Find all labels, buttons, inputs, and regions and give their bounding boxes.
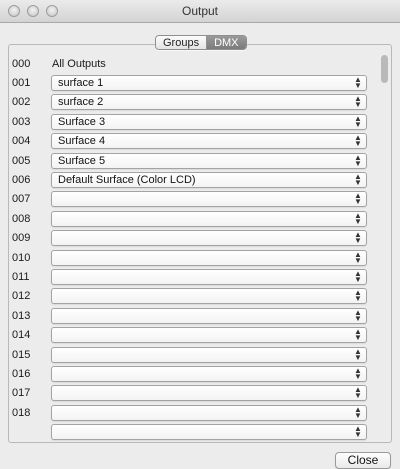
- output-row: 004 Surface 4 ▲ ▼: [9, 132, 377, 151]
- output-row: 005 Surface 5 ▲ ▼: [9, 152, 377, 171]
- output-row: 010 ▲ ▼: [9, 249, 377, 268]
- output-surface-select[interactable]: ▲ ▼: [51, 327, 367, 344]
- output-row: 017 ▲ ▼: [9, 384, 377, 403]
- output-number: 000: [12, 58, 31, 70]
- output-row: 008 ▲ ▼: [9, 210, 377, 229]
- up-down-arrows-icon: ▲ ▼: [354, 307, 362, 323]
- output-surface-select[interactable]: ▲ ▼: [51, 269, 367, 285]
- output-number: 015: [12, 348, 31, 361]
- output-surface-select[interactable]: Surface 4 ▲ ▼: [51, 133, 367, 150]
- up-down-arrows-icon: ▲ ▼: [354, 75, 362, 90]
- output-row: 015 ▲ ▼: [9, 346, 377, 365]
- output-surface-select[interactable]: ▲ ▼: [51, 307, 367, 324]
- output-surface-select[interactable]: ▲ ▼: [51, 210, 367, 227]
- tab-dmx[interactable]: DMX: [207, 36, 246, 49]
- output-row: 001 surface 1 ▲ ▼: [9, 74, 377, 93]
- selected-surface-label: surface 2: [58, 96, 104, 109]
- up-down-arrows-icon: ▲ ▼: [354, 133, 362, 149]
- up-down-arrows-icon: ▲ ▼: [354, 113, 362, 129]
- output-number: 013: [12, 309, 31, 322]
- selected-surface-label: surface 1: [58, 77, 104, 89]
- output-number: 016: [12, 368, 31, 380]
- output-surface-select[interactable]: ▲ ▼: [51, 230, 367, 247]
- selected-surface-label: Surface 5: [58, 154, 106, 167]
- output-row: 012 ▲ ▼: [9, 287, 377, 306]
- output-surface-select[interactable]: surface 1 ▲ ▼: [51, 75, 367, 91]
- output-surface-select[interactable]: surface 2 ▲ ▼: [51, 94, 367, 111]
- up-down-arrows-icon: ▲ ▼: [354, 327, 362, 343]
- tab-groups[interactable]: Groups: [156, 36, 208, 49]
- output-surface-select[interactable]: ▲ ▼: [51, 249, 367, 266]
- dmx-output-panel: 000 All Outputs 001 surface 1 ▲ ▼ 002 surface…: [8, 44, 392, 443]
- window-title: Output: [181, 4, 219, 18]
- output-number: 007: [12, 193, 31, 206]
- output-surface-select[interactable]: Surface 3 ▲ ▼: [51, 113, 367, 130]
- selected-surface-label: Default Surface (Color LCD): [58, 174, 196, 186]
- vertical-scrollbar[interactable]: [381, 55, 389, 442]
- up-down-arrows-icon: ▲ ▼: [354, 269, 362, 284]
- output-row: ▲ ▼: [9, 423, 377, 442]
- output-row: 007 ▲ ▼: [9, 190, 377, 209]
- output-number: 017: [12, 387, 31, 400]
- up-down-arrows-icon: ▲ ▼: [354, 424, 362, 440]
- scrollbar-thumb[interactable]: [381, 55, 388, 83]
- up-down-arrows-icon: ▲ ▼: [354, 94, 362, 110]
- output-row: 009 ▲ ▼: [9, 229, 377, 248]
- selected-surface-label: Surface 4: [58, 135, 106, 148]
- title-bar[interactable]: Output: [0, 0, 400, 23]
- up-down-arrows-icon: ▲ ▼: [354, 366, 362, 381]
- close-button[interactable]: Close: [335, 452, 391, 469]
- output-list: 000 All Outputs 001 surface 1 ▲ ▼ 002 surface…: [9, 45, 377, 442]
- output-surface-select[interactable]: Surface 5 ▲ ▼: [51, 152, 367, 169]
- up-down-arrows-icon: ▲ ▼: [354, 152, 362, 168]
- output-row: 006 Default Surface (Color LCD) ▲ ▼: [9, 171, 377, 190]
- output-surface-select[interactable]: ▲ ▼: [51, 288, 367, 305]
- output-row: 014 ▲ ▼: [9, 326, 377, 345]
- output-number: 004: [12, 135, 31, 148]
- output-surface-select[interactable]: Default Surface (Color LCD) ▲ ▼: [51, 172, 367, 188]
- output-number: 006: [12, 174, 31, 186]
- output-number: 018: [12, 406, 31, 419]
- up-down-arrows-icon: ▲ ▼: [354, 230, 362, 246]
- output-number: 011: [12, 271, 30, 283]
- output-number: 001: [12, 77, 31, 89]
- output-surface-select[interactable]: ▲ ▼: [51, 191, 367, 208]
- output-row: 013 ▲ ▼: [9, 307, 377, 326]
- up-down-arrows-icon: ▲ ▼: [354, 288, 362, 304]
- output-number: 012: [12, 290, 31, 303]
- output-number: 010: [12, 251, 31, 264]
- up-down-arrows-icon: ▲ ▼: [354, 404, 362, 420]
- output-row: 016 ▲ ▼: [9, 365, 377, 384]
- output-number: 005: [12, 154, 31, 167]
- output-surface-select[interactable]: ▲ ▼: [51, 385, 367, 402]
- output-number: 003: [12, 115, 31, 128]
- output-row: 002 surface 2 ▲ ▼: [9, 93, 377, 112]
- output-row: 011 ▲ ▼: [9, 268, 377, 287]
- output-surface-select[interactable]: ▲ ▼: [51, 346, 367, 363]
- up-down-arrows-icon: ▲ ▼: [354, 385, 362, 401]
- up-down-arrows-icon: ▲ ▼: [354, 191, 362, 207]
- selected-surface-label: Surface 3: [58, 115, 106, 128]
- output-surface-select[interactable]: ▲ ▼: [51, 404, 367, 421]
- output-surface-select[interactable]: ▲ ▼: [51, 424, 367, 441]
- output-row: 018 ▲ ▼: [9, 404, 377, 423]
- up-down-arrows-icon: ▲ ▼: [354, 249, 362, 265]
- up-down-arrows-icon: ▲ ▼: [354, 172, 362, 187]
- view-segmented-control: Groups DMX: [155, 35, 247, 50]
- output-number: 014: [12, 329, 31, 342]
- output-number: 002: [12, 96, 31, 109]
- output-surface-select[interactable]: ▲ ▼: [51, 366, 367, 382]
- output-window: Output 000 All Outputs 001 surface 1 ▲ ▼ 002…: [0, 0, 400, 469]
- all-outputs-label: All Outputs: [52, 58, 106, 70]
- up-down-arrows-icon: ▲ ▼: [354, 346, 362, 362]
- up-down-arrows-icon: ▲ ▼: [354, 210, 362, 226]
- output-number: 008: [12, 212, 31, 225]
- all-outputs-row: 000 All Outputs: [9, 55, 377, 74]
- output-number: 009: [12, 232, 31, 245]
- output-row: 003 Surface 3 ▲ ▼: [9, 113, 377, 132]
